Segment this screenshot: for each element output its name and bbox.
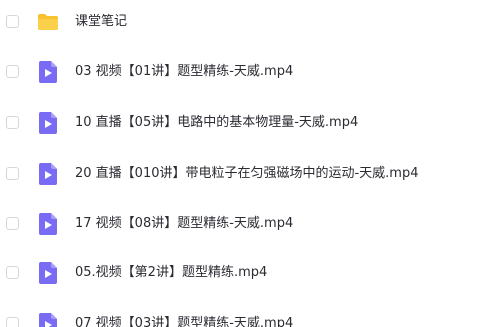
video-file-row[interactable]: 10 直播【05讲】电路中的基本物理量-天威.mp4	[0, 104, 486, 144]
row-checkbox[interactable]	[6, 116, 19, 129]
row-checkbox[interactable]	[6, 317, 19, 327]
video-file-icon	[37, 213, 59, 235]
row-checkbox[interactable]	[6, 65, 19, 78]
file-name: 课堂笔记	[75, 14, 128, 29]
video-file-icon	[37, 61, 59, 83]
video-file-row[interactable]: 20 直播【010讲】带电粒子在匀强磁场中的运动-天威.mp4	[0, 155, 486, 195]
video-file-icon	[37, 262, 59, 284]
video-file-icon	[37, 112, 59, 134]
video-file-row[interactable]: 05.视频【第2讲】题型精练.mp4	[0, 254, 486, 294]
row-checkbox[interactable]	[6, 266, 19, 279]
folder-row[interactable]: 课堂笔记	[0, 3, 486, 43]
video-file-icon	[37, 313, 59, 327]
video-file-row[interactable]: 17 视频【08讲】题型精练-天威.mp4	[0, 205, 486, 245]
row-checkbox[interactable]	[6, 167, 19, 180]
row-checkbox[interactable]	[6, 217, 19, 230]
video-file-row[interactable]: 07 视频【03讲】题型精练-天威.mp4	[0, 305, 486, 327]
file-name: 03 视频【01讲】题型精练-天威.mp4	[75, 64, 294, 79]
file-list: 课堂笔记 03 视频【01讲】题型精练-天威.mp4 10 直播【05讲】电路中…	[0, 0, 486, 327]
file-name: 07 视频【03讲】题型精练-天威.mp4	[75, 316, 294, 327]
file-name: 05.视频【第2讲】题型精练.mp4	[75, 265, 268, 280]
video-file-icon	[37, 163, 59, 185]
row-checkbox[interactable]	[6, 15, 19, 28]
file-name: 17 视频【08讲】题型精练-天威.mp4	[75, 216, 294, 231]
file-name: 20 直播【010讲】带电粒子在匀强磁场中的运动-天威.mp4	[75, 166, 419, 181]
video-file-row[interactable]: 03 视频【01讲】题型精练-天威.mp4	[0, 53, 486, 93]
file-name: 10 直播【05讲】电路中的基本物理量-天威.mp4	[75, 115, 359, 130]
folder-icon	[37, 11, 59, 33]
